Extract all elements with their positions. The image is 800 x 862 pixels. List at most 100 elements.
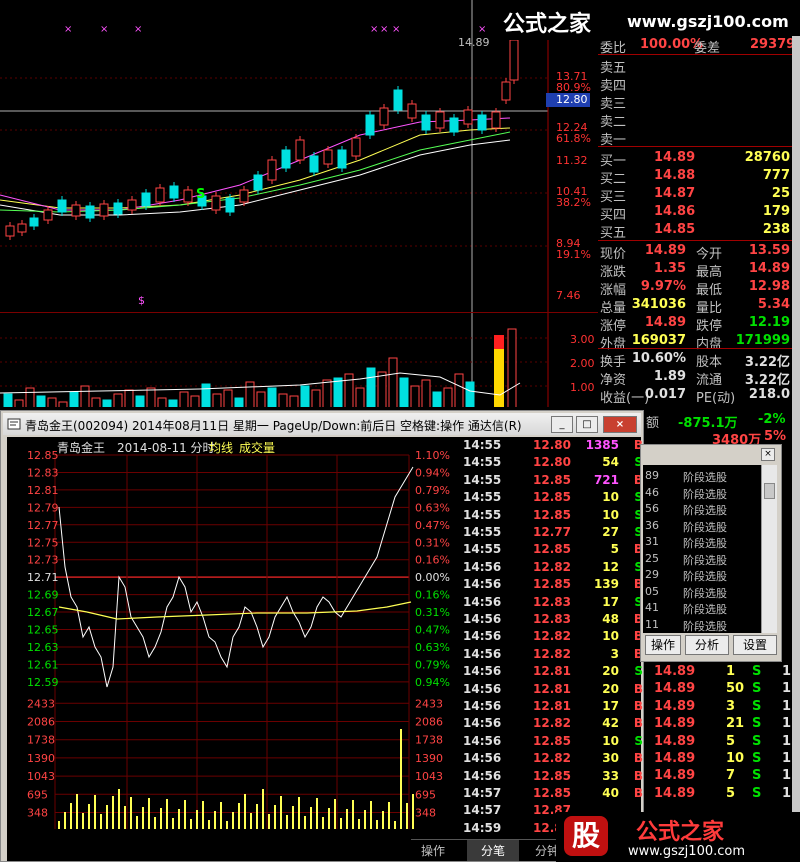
tick-price: 12.82 <box>533 629 571 644</box>
popup-list-item[interactable]: 31 阶段选股 <box>643 533 761 550</box>
tick-time: 14:55 <box>463 455 502 470</box>
right-axis-label: 695 <box>415 788 436 801</box>
trade-count: 1 <box>782 768 792 784</box>
trade-side: S <box>752 768 762 784</box>
right-axis-label: 1390 <box>415 752 443 765</box>
popup-list-item[interactable]: 05 阶段选股 <box>643 583 761 600</box>
popup-scroll-thumb[interactable] <box>764 483 775 499</box>
tick-row: 14:56 12.85 10 S <box>463 733 647 750</box>
tab-operate[interactable]: 操作 <box>421 842 445 859</box>
tick-row: 14:56 12.82 10 B <box>463 628 647 645</box>
right-scrollbar[interactable] <box>792 36 800 862</box>
volume-bar <box>234 397 244 407</box>
buy-level-price: 14.89 <box>654 150 696 165</box>
tick-time: 14:55 <box>463 472 502 487</box>
window-titlebar[interactable]: 青岛金王(002094) 2014年08月11日 星期一 PageUp/Down… <box>3 413 641 435</box>
stat2-value2: 218.0 <box>748 387 790 402</box>
sell-level-row: 卖一 <box>598 128 792 148</box>
buy-signal-marker: S <box>196 187 205 202</box>
minimize-button[interactable]: _ <box>551 416 573 433</box>
tick-row: 14:56 12.82 3 B <box>463 646 647 663</box>
tick-volume: 17 <box>602 699 619 713</box>
right-axis-label: 0.79% <box>415 484 450 497</box>
right-axis-label: 0.16% <box>415 554 450 567</box>
weicha-value: 29379 <box>750 37 796 52</box>
popup-operate-button[interactable]: 操作 <box>645 635 681 655</box>
left-axis-label: 695 <box>27 788 48 801</box>
tick-time: 14:56 <box>463 699 502 713</box>
volume-bar <box>322 379 332 407</box>
signal-marker: × <box>100 24 108 35</box>
popup-scrollbar[interactable] <box>761 465 777 633</box>
trade-count: 1 <box>782 733 792 749</box>
buy-level-price: 14.88 <box>654 168 696 183</box>
right-axis-label: 0.47% <box>415 519 450 532</box>
quote-panel: 委比 100.00% 委差 29379 卖五 卖四 卖三 卖二 卖一 买一 14.89 28… <box>598 36 796 410</box>
buy-level-price: 14.85 <box>654 222 696 237</box>
popup-settings-button[interactable]: 设置 <box>733 635 777 655</box>
trade-row: 14.89 1 S 1 <box>644 664 792 681</box>
tick-volume: 10 <box>602 733 619 748</box>
trade-price: 14.89 <box>654 716 696 732</box>
popup-list-item[interactable]: 25 阶段选股 <box>643 550 761 567</box>
tick-price: 12.77 <box>533 525 571 539</box>
popup-analyze-button[interactable]: 分析 <box>685 635 729 655</box>
candle-body <box>183 189 193 203</box>
tick-time: 14:55 <box>463 438 502 452</box>
right-axis-label: 1738 <box>415 734 443 747</box>
buy-level-volume: 777 <box>762 168 790 183</box>
tick-list[interactable]: 14:55 12.80 1385 B 14:55 12.80 54 S 14:55 12.85 72… <box>463 437 647 837</box>
tick-row: 14:56 12.82 42 B <box>463 715 647 732</box>
popup-list[interactable]: 89 阶段选股 46 阶段选股 56 阶段选股 36 阶段选股 31 阶段选股 25 阶段选股 29 阶段… <box>643 465 761 633</box>
tick-volume: 1385 <box>585 438 619 452</box>
stat-value: 169037 <box>631 333 686 348</box>
popup-list-item[interactable]: 11 阶段选股 <box>643 616 761 633</box>
stat-row: 涨停 14.89 跌停 12.19 <box>598 314 792 334</box>
trade-side: S <box>752 733 762 749</box>
tick-volume: 3 <box>610 646 619 661</box>
close-button[interactable]: × <box>603 416 637 433</box>
stat2-label: 收益(一) <box>600 391 650 406</box>
minute-chart[interactable]: 12.85 12.83 12.81 12.79 12.77 12.75 12.73 12.71… <box>7 437 450 852</box>
candle-body <box>281 149 291 169</box>
stage-picker-popup[interactable]: × 89 阶段选股 46 阶段选股 56 阶段选股 36 阶段选股 31 阶段选股 25 阶段选股 29… <box>640 444 782 662</box>
trade-price: 14.89 <box>654 751 696 766</box>
popup-close-button[interactable]: × <box>761 448 775 461</box>
volume-bar <box>454 373 464 407</box>
trade-price: 14.89 <box>654 698 696 714</box>
candle-body <box>501 81 511 101</box>
flow-pct: -2% <box>758 412 786 427</box>
tick-price: 12.81 <box>533 664 571 679</box>
popup-list-item[interactable]: 56 阶段选股 <box>643 500 761 517</box>
trade-volume: 50 <box>726 681 745 697</box>
volume-bar <box>91 397 101 407</box>
tick-volume: 40 <box>602 786 619 800</box>
popup-list-item[interactable]: 46 阶段选股 <box>643 484 761 501</box>
volume-bar <box>311 389 321 407</box>
signal-marker: × <box>134 24 142 35</box>
maximize-button[interactable]: □ <box>576 416 598 433</box>
volume-chart[interactable]: 3.00 2.00 1.00 <box>0 312 598 407</box>
tick-side: S <box>634 664 643 679</box>
popup-list-item[interactable]: 29 阶段选股 <box>643 566 761 583</box>
trade-volume: 21 <box>726 716 745 732</box>
tab-ticks[interactable]: 分笔 <box>467 840 520 861</box>
candle-body <box>337 149 347 169</box>
left-axis-label: 12.73 <box>27 554 59 567</box>
stat2-row: 净资 1.89 流通 3.22亿 <box>598 368 792 388</box>
right-axis-label: 0.63% <box>415 641 450 654</box>
candle-body <box>113 202 123 215</box>
popup-list-item[interactable]: 36 阶段选股 <box>643 517 761 534</box>
candle-body <box>295 139 305 161</box>
capital-flow-row: 额 -875.1万 -2% 3480万 5% <box>644 410 792 448</box>
tick-volume: 30 <box>602 751 619 766</box>
chart-stock-name: 青岛金王 <box>57 441 106 455</box>
candle-body <box>365 114 375 136</box>
tick-row: 14:56 12.83 17 S <box>463 594 647 611</box>
popup-list-item[interactable]: 89 阶段选股 <box>643 467 761 484</box>
popup-list-item[interactable]: 41 阶段选股 <box>643 599 761 616</box>
kline-chart[interactable]: 14.89 13.71 80.9% 12.80 12.24 61.8% 11.32 10.41… <box>0 0 598 312</box>
left-axis-label: 12.65 <box>27 624 59 637</box>
intraday-window[interactable]: 青岛金王(002094) 2014年08月11日 星期一 PageUp/Down… <box>0 410 647 862</box>
volume-bar <box>223 389 233 407</box>
